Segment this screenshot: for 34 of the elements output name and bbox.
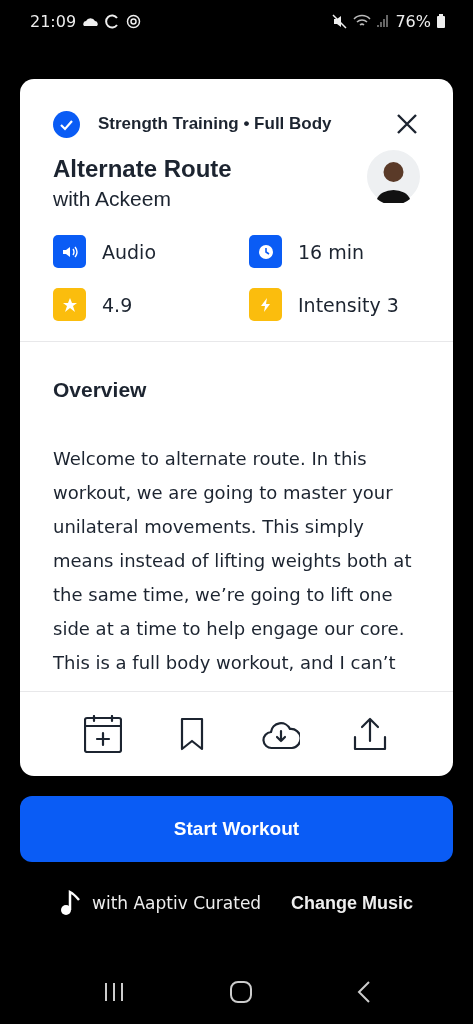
- back-icon[interactable]: [356, 981, 371, 1003]
- star-icon: [61, 296, 78, 313]
- clock-icon: [257, 243, 274, 260]
- wifi-icon: [353, 14, 372, 28]
- change-music-button[interactable]: Change Music: [290, 892, 413, 914]
- bookmark-icon: [179, 717, 204, 751]
- status-time: 21:09: [30, 11, 77, 31]
- battery-icon: [437, 14, 445, 28]
- trainer-name: with Ackeem: [53, 187, 172, 211]
- music-source: with Aaptiv Curated: [92, 893, 263, 913]
- overview-text: Welcome to alternate route. In this workout, we are going to master your unilateral movements. This simply means instead of lifting weights both at the same time, we’re going to lift one side at a time to help engage our core. This is a full body workout, and I can’t: [53, 447, 413, 675]
- speaker-icon: [61, 244, 78, 259]
- sync-icon: [105, 13, 121, 29]
- schedule-button[interactable]: [82, 714, 123, 754]
- trainer-avatar: [367, 150, 420, 203]
- lightning-icon: [259, 296, 272, 313]
- cloud-icon: [82, 16, 100, 26]
- battery-percent: 76%: [395, 11, 431, 31]
- home-icon[interactable]: [229, 981, 252, 1003]
- start-workout-button[interactable]: Start Workout: [20, 796, 453, 862]
- workout-title: Alternate Route: [53, 155, 233, 183]
- target-icon: [126, 13, 142, 29]
- mute-icon: [332, 13, 348, 29]
- stat-label: Intensity 3: [298, 293, 399, 316]
- category-label: Strength Training • Full Body: [98, 114, 333, 134]
- music-note-icon: [60, 890, 80, 916]
- calendar-add-icon: [83, 715, 122, 753]
- overview-heading: Overview: [53, 378, 148, 402]
- signal-icon: [377, 14, 390, 28]
- stat-label: Audio: [102, 240, 156, 263]
- recent-apps-icon[interactable]: [102, 982, 125, 1002]
- stat-label: 16 min: [298, 240, 365, 263]
- share-icon: [353, 717, 388, 751]
- stat-label: 4.9: [102, 293, 133, 316]
